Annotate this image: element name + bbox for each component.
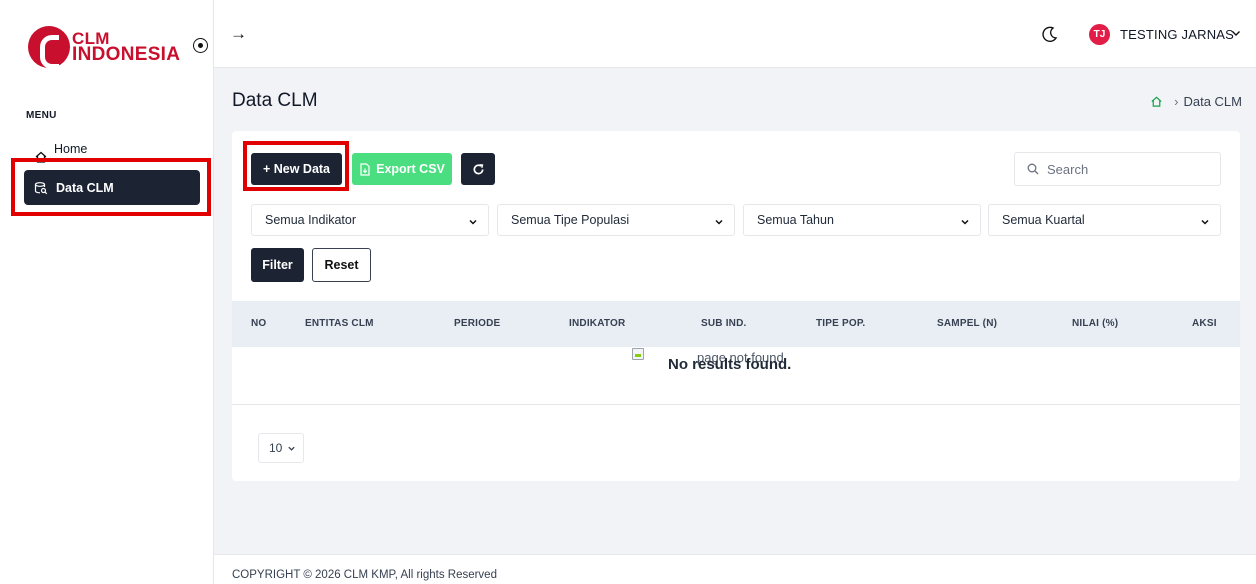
column-header-entitas[interactable]: ENTITAS CLM xyxy=(305,318,374,329)
chevron-down-icon xyxy=(288,446,296,451)
sidebar: CLM INDONESIA MENU Home Data CLM xyxy=(0,0,214,584)
search-icon xyxy=(1027,163,1039,175)
indikator-select-value: Semua Indikator xyxy=(265,213,357,227)
kuartal-select[interactable]: Semua Kuartal xyxy=(988,204,1221,236)
brand-line-2: INDONESIA xyxy=(72,44,181,65)
breadcrumb: › Data CLM xyxy=(1150,94,1242,109)
column-header-nilai[interactable]: NILAI (%) xyxy=(1072,318,1118,329)
chevron-down-icon xyxy=(1201,219,1209,225)
refresh-button[interactable] xyxy=(461,153,495,185)
tahun-select[interactable]: Semua Tahun xyxy=(743,204,981,236)
copyright-text: COPYRIGHT © 2026 CLM KMP, All rights Res… xyxy=(232,569,497,581)
indikator-select[interactable]: Semua Indikator xyxy=(251,204,489,236)
page-size-value: 10 xyxy=(269,441,283,455)
search-box xyxy=(1014,152,1221,186)
column-header-tipe-pop[interactable]: TIPE POP. xyxy=(816,318,865,329)
table-header: NO ENTITAS CLM PERIODE INDIKATOR SUB IND… xyxy=(232,301,1240,347)
brand-logo[interactable]: CLM INDONESIA xyxy=(28,25,208,69)
sidebar-item-label: Home xyxy=(54,142,88,156)
reset-button[interactable]: Reset xyxy=(312,248,371,282)
tipe-populasi-select-value: Semua Tipe Populasi xyxy=(511,213,630,227)
chevron-down-icon xyxy=(715,219,723,225)
chevron-down-icon xyxy=(961,219,969,225)
annotation-highlight-data-clm xyxy=(11,158,211,216)
breadcrumb-current: Data CLM xyxy=(1183,94,1242,109)
tahun-select-value: Semua Tahun xyxy=(757,213,834,227)
export-csv-button[interactable]: Export CSV xyxy=(352,153,452,185)
broken-image-icon xyxy=(632,348,644,360)
menu-label: MENU xyxy=(26,110,57,121)
annotation-highlight-new-data xyxy=(243,141,349,191)
breadcrumb-separator: › xyxy=(1174,94,1179,109)
footer: COPYRIGHT © 2026 CLM KMP, All rights Res… xyxy=(214,554,1256,584)
chevron-down-icon[interactable] xyxy=(1230,27,1242,39)
expand-sidebar-icon[interactable]: → xyxy=(230,24,247,44)
avatar[interactable]: TJ xyxy=(1089,24,1110,45)
kuartal-select-value: Semua Kuartal xyxy=(1002,213,1085,227)
column-header-periode[interactable]: PERIODE xyxy=(454,318,500,329)
column-header-sampel[interactable]: SAMPEL (N) xyxy=(937,318,997,329)
chevron-down-icon xyxy=(469,219,477,225)
filter-button[interactable]: Filter xyxy=(251,248,304,282)
user-name[interactable]: TESTING JARNAS xyxy=(1120,27,1234,42)
column-header-aksi: AKSI xyxy=(1192,318,1217,329)
logo-mark-icon xyxy=(28,26,70,69)
search-input[interactable] xyxy=(1047,161,1207,177)
top-bar: → TJ TESTING JARNAS xyxy=(214,0,1256,68)
column-header-indikator[interactable]: INDIKATOR xyxy=(569,318,625,329)
page-size-select[interactable]: 10 xyxy=(258,433,304,463)
refresh-icon xyxy=(473,163,484,174)
home-icon[interactable] xyxy=(1150,95,1163,108)
page-title: Data CLM xyxy=(232,90,318,111)
export-csv-label: Export CSV xyxy=(376,162,445,176)
moon-icon[interactable] xyxy=(1040,24,1060,44)
column-header-sub-ind[interactable]: SUB IND. xyxy=(701,318,747,329)
sidebar-toggle-icon[interactable] xyxy=(193,38,208,53)
file-export-icon xyxy=(360,162,370,176)
empty-state-message: No results found. xyxy=(668,356,792,373)
tipe-populasi-select[interactable]: Semua Tipe Populasi xyxy=(497,204,735,236)
column-header-no[interactable]: NO xyxy=(251,318,266,329)
